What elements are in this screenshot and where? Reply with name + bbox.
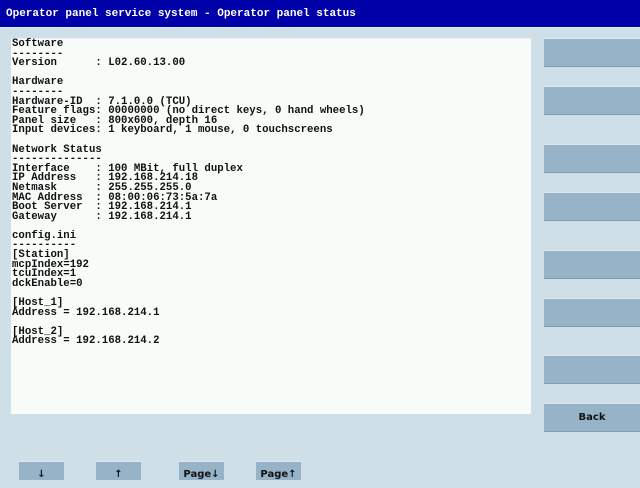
status-text-panel: Software -------- Version : L02.60.13.00 Ha… (11, 38, 531, 414)
status-line: Version : L02.60.13.00 (12, 57, 186, 70)
page-up-button[interactable]: Page↑ (256, 461, 301, 480)
status-line (12, 222, 531, 232)
softkey-3[interactable] (544, 144, 640, 173)
status-line: Address = 192.168.214.2 (12, 335, 160, 348)
status-line: Input devices: 1 keyboard, 1 mouse, 0 to… (12, 124, 333, 137)
status-line: ---------- (12, 239, 77, 252)
status-line: config.ini (12, 229, 77, 242)
softkey-2[interactable] (544, 86, 640, 115)
back-button[interactable]: Back (544, 403, 640, 432)
status-line: dckEnable=0 (12, 277, 83, 290)
softkey-7[interactable] (544, 355, 640, 384)
softkey-6[interactable] (544, 298, 640, 327)
scroll-up-button[interactable]: ↑ (96, 461, 141, 480)
status-line (12, 289, 531, 299)
status-line: [Station] (12, 249, 70, 262)
status-line: Address = 192.168.214.1 (12, 306, 160, 319)
status-text: Software -------- Version : L02.60.13.00 Ha… (11, 39, 531, 347)
status-line: Hardware (12, 76, 64, 89)
status-line (12, 69, 531, 79)
status-line: mcpIndex=192 (12, 258, 89, 271)
scroll-down-button[interactable]: ↓ (19, 461, 64, 480)
softkey-4[interactable] (544, 192, 640, 221)
softkey-5[interactable] (544, 250, 640, 279)
status-line: Software (12, 38, 64, 50)
page-down-button[interactable]: Page↓ (179, 461, 224, 480)
softkey-1[interactable] (544, 38, 640, 67)
status-line (12, 318, 531, 328)
status-line: tcuIndex=1 (12, 268, 77, 281)
status-line: Gateway : 192.168.214.1 (12, 210, 192, 223)
window-title: Operator panel service system - Operator… (0, 0, 640, 28)
